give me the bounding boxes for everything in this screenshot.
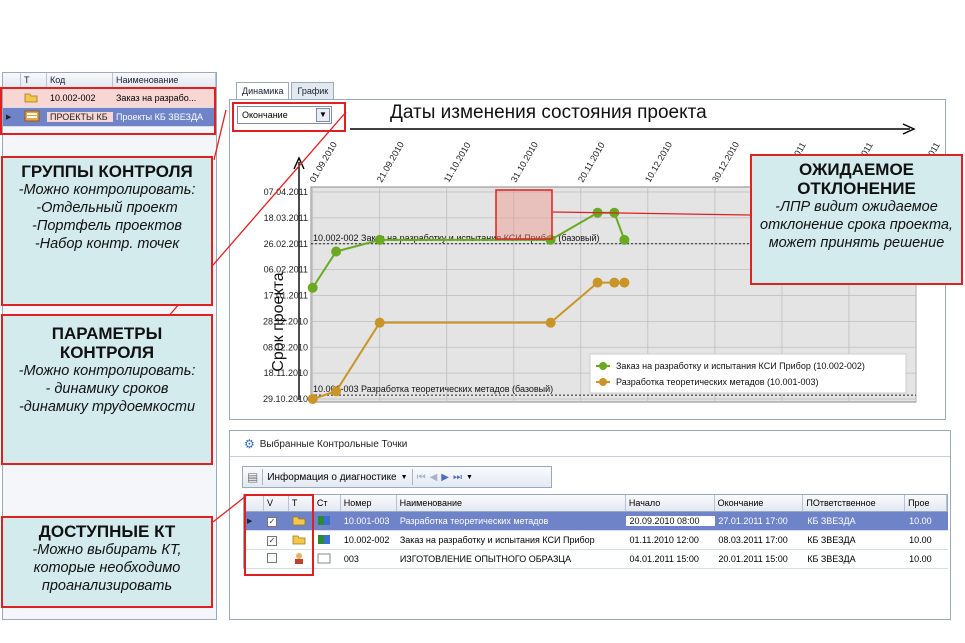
series-point — [331, 386, 342, 397]
baseline-label: 10.001-003 Разработка теоретических мета… — [313, 384, 553, 394]
series-point — [307, 282, 318, 293]
callout-expected-title: ОЖИДАЕМОЕ ОТКЛОНЕНИЕ — [797, 160, 916, 198]
kt-row[interactable]: 003 ИЗГОТОВЛЕНИЕ ОПЫТНОГО ОБРАЗЦА 04.01.… — [243, 550, 948, 569]
x-tick-label: 31.10.2010 — [509, 140, 540, 184]
kt-number: 10.002-002 — [343, 535, 390, 545]
x-tick-label: 10.12.2010 — [643, 140, 674, 184]
kt-toolbar: ▤ Информация о диагностике ▼ ⏮ ◀ ▶ ⏭ ▼ — [242, 466, 552, 488]
kt-row[interactable]: ✓ 10.002-002 Заказ на разработку и испыт… — [243, 531, 948, 550]
y-tick-label: 26.02.2011 — [264, 239, 308, 249]
kt-row[interactable]: ▶ ✓ 10.001-003 Разработка теоретических … — [243, 512, 948, 531]
prev-page-icon[interactable]: ◀ — [430, 472, 438, 483]
col-project[interactable]: Прое — [905, 495, 947, 511]
legend-entry: Заказ на разработку и испытания КСИ Приб… — [616, 361, 865, 371]
callout-kt: ДОСТУПНЫЕ КТ -Можно выбирать КТ, которые… — [1, 516, 213, 608]
x-tick-label: 20.11.2010 — [576, 141, 607, 184]
gear-icon: ⚙ — [244, 437, 255, 451]
series-point — [545, 317, 556, 328]
col-start[interactable]: Начало — [626, 495, 715, 511]
y-axis-label: Срок проекта — [270, 272, 287, 371]
kt-start: 04.01.2011 15:00 — [629, 554, 699, 564]
kt-end: 20.01.2011 15:00 — [718, 554, 788, 564]
kt-number: 10.001-003 — [343, 516, 390, 526]
callout-params-title: ПАРАМЕТРЫ КОНТРОЛЯ — [51, 324, 163, 362]
kt-start: 01.11.2010 12:00 — [629, 535, 699, 545]
callout-expected: ОЖИДАЕМОЕ ОТКЛОНЕНИЕ -ЛПР видит ожидаемо… — [750, 154, 963, 285]
callout-kt-line: -Можно выбирать КТ, которые необходимо п… — [32, 542, 182, 594]
callout-params: ПАРАМЕТРЫ КОНТРОЛЯ -Можно контролировать… — [1, 314, 213, 465]
kt-project: 10.00 — [909, 516, 932, 526]
kt-name: Заказ на разработку и испытания КСИ Приб… — [399, 535, 595, 545]
legend-swatch-dot — [599, 362, 607, 370]
selected-kt-title: Выбранные Контрольные Точки — [259, 438, 408, 450]
kt-responsible: КБ ЗВЕЗДА — [807, 535, 856, 545]
col-responsible[interactable]: ПОтветственное — [803, 495, 906, 511]
next-page-icon[interactable]: ▶ — [441, 472, 449, 483]
y-tick-label: 18.03.2011 — [264, 213, 308, 223]
print-icon[interactable]: ▤ — [247, 470, 258, 484]
chevron-down-icon[interactable]: ▼ — [466, 474, 473, 481]
series-point — [307, 394, 318, 404]
selected-kt-header: ⚙ Выбранные Контрольные Точки — [244, 437, 407, 451]
status-icon — [314, 534, 341, 547]
callout-params-line: -Можно контролировать: — [18, 363, 196, 379]
legend-entry: Разработка теоретических метадов (10.001… — [616, 377, 819, 387]
kt-name: Разработка теоретических метадов — [399, 516, 549, 526]
series-point — [331, 246, 342, 257]
series-point — [374, 317, 385, 328]
baseline-label: 10.002-002 Заказ на разработку и испытан… — [313, 233, 600, 243]
callout-groups-line: -Портфель проектов — [32, 218, 182, 234]
kt-highlight-box — [244, 494, 314, 576]
y-tick-label: 07.04.2011 — [264, 187, 308, 197]
first-page-icon[interactable]: ⏮ — [417, 472, 426, 483]
x-tick-label: 11.10.2010 — [442, 141, 473, 184]
callout-groups: ГРУППЫ КОНТРОЛЯ -Можно контролировать: -… — [1, 156, 213, 306]
kt-end: 27.01.2011 17:00 — [718, 516, 788, 526]
series-point — [374, 234, 385, 245]
callout-kt-title: ДОСТУПНЫЕ КТ — [38, 522, 176, 541]
kt-responsible: КБ ЗВЕЗДА — [807, 516, 856, 526]
series-point — [609, 277, 620, 288]
kt-project: 10.00 — [909, 535, 932, 545]
last-page-icon[interactable]: ⏭ — [453, 472, 462, 483]
x-tick-label: 01.09.2010 — [308, 140, 339, 184]
kt-responsible: КБ ЗВЕЗДА — [807, 554, 856, 564]
callout-groups-line: -Набор контр. точек — [34, 236, 180, 252]
legend — [589, 353, 907, 394]
expected-deviation-box — [495, 189, 553, 240]
kt-name: ИЗГОТОВЛЕНИЕ ОПЫТНОГО ОБРАЗЦА — [399, 554, 572, 564]
chevron-down-icon[interactable]: ▼ — [401, 474, 408, 481]
kt-start: 20.09.2010 08:00 — [626, 516, 716, 526]
callout-params-line: - динамику сроков — [45, 381, 169, 397]
callout-groups-line: -Отдельный проект — [36, 200, 178, 216]
callout-groups-title: ГРУППЫ КОНТРОЛЯ — [21, 162, 193, 181]
kt-table: V T Ст Номер Наименование Начало Окончан… — [243, 494, 948, 569]
legend-swatch-dot — [599, 378, 607, 386]
status-icon — [314, 515, 341, 528]
callout-groups-line: -Можно контролировать: — [18, 182, 196, 198]
x-tick-label: 30.12.2010 — [710, 140, 741, 184]
groups-connector — [213, 109, 227, 161]
col-name[interactable]: Наименование — [397, 495, 626, 511]
x-tick-label: 21.09.2010 — [375, 140, 406, 184]
kt-project: 10.00 — [909, 554, 932, 564]
divider — [230, 456, 950, 457]
col-end[interactable]: Окончание — [715, 495, 804, 511]
kt-number: 003 — [343, 554, 359, 564]
kt-end: 08.03.2011 17:00 — [718, 535, 788, 545]
series-point — [619, 234, 630, 245]
callout-expected-line: -ЛПР видит ожидаемое отклонение срока пр… — [760, 199, 953, 251]
series-point — [592, 277, 603, 288]
callout-params-line: -динамику трудоемкости — [18, 399, 196, 415]
series-point — [619, 277, 630, 288]
col-number[interactable]: Номер — [341, 495, 397, 511]
y-tick-label: 29.10.2010 — [263, 394, 308, 404]
kt-table-header: V T Ст Номер Наименование Начало Окончан… — [243, 494, 948, 512]
col-status[interactable]: Ст — [314, 495, 341, 511]
status-icon — [314, 553, 341, 566]
diagnostics-info-button[interactable]: Информация о диагностике — [267, 472, 396, 483]
